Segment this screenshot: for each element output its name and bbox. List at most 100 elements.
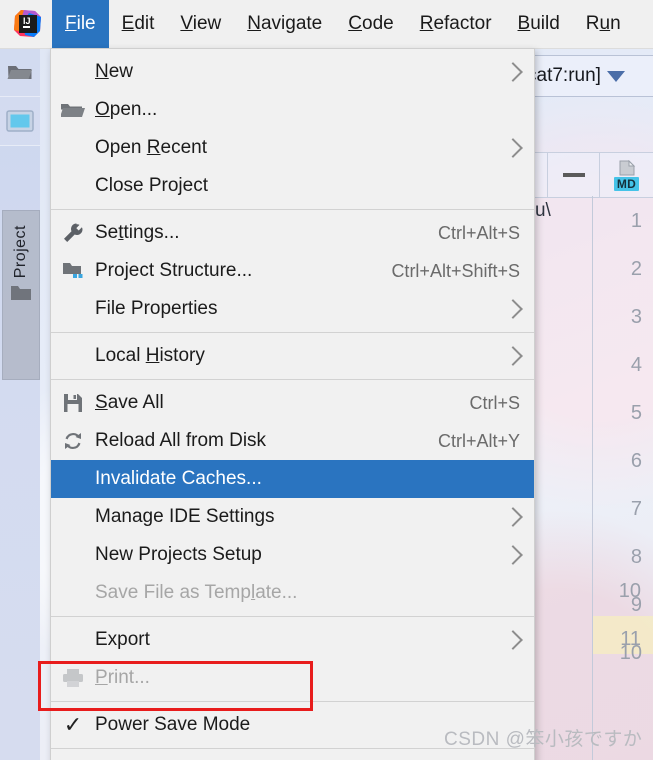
- menu-separator: [51, 701, 534, 702]
- menu-item-local-history[interactable]: Local History: [51, 337, 534, 375]
- line-number: 3: [630, 306, 642, 328]
- file-menu-dropdown[interactable]: New Open... Open Recent Close Project Se…: [50, 48, 535, 760]
- menu-item-label: Manage IDE Settings: [95, 506, 275, 527]
- menu-item-label: File Properties: [95, 298, 218, 319]
- menu-item-manage-ide-settings[interactable]: Manage IDE Settings: [51, 498, 534, 536]
- line-number: 10: [618, 580, 641, 602]
- file-type-badge: MD: [613, 176, 640, 191]
- menu-refactor[interactable]: Refactor: [407, 0, 505, 48]
- menu-item-label: New: [95, 61, 134, 82]
- menu-view[interactable]: View: [167, 0, 234, 48]
- no-icon: [51, 167, 95, 205]
- ide-screenshot: cat7:run] MD ngmu\ 1 2: [0, 0, 653, 760]
- menu-item-project-structure[interactable]: Project Structure... Ctrl+Alt+Shift+S: [51, 252, 534, 290]
- left-tool-strip: Project: [0, 48, 40, 760]
- menu-item-label: Reload All from Disk: [95, 430, 267, 451]
- chevron-right-icon: [503, 299, 523, 319]
- menu-item-label: Export: [95, 629, 150, 650]
- no-icon: [51, 460, 95, 498]
- project-structure-icon: [51, 252, 95, 290]
- checkmark-icon: ✓: [63, 712, 83, 737]
- line-number: 4: [630, 354, 642, 376]
- window-icon[interactable]: [0, 97, 40, 146]
- menu-item-file-properties[interactable]: File Properties: [51, 290, 534, 328]
- menu-item-print: Print...: [51, 659, 534, 697]
- watermark: CSDN @笨小孩ですか: [444, 729, 643, 750]
- menu-edit[interactable]: Edit: [109, 0, 168, 48]
- menu-item-open-recent[interactable]: Open Recent: [51, 129, 534, 167]
- menu-item-new[interactable]: New: [51, 53, 534, 91]
- refresh-icon: [51, 422, 95, 460]
- menu-item-accelerator: Ctrl+Alt+Shift+S: [391, 260, 520, 281]
- chevron-right-icon: [503, 62, 523, 82]
- minus-icon[interactable]: [548, 153, 600, 197]
- menu-item-new-projects-setup[interactable]: New Projects Setup: [51, 536, 534, 574]
- menu-item-exit[interactable]: Exit: [51, 753, 534, 760]
- editor-gutter: 1 2 3 4 5 6 7 8 9 10: [592, 196, 653, 760]
- line-number: 8: [630, 546, 642, 568]
- menu-separator: [51, 332, 534, 333]
- menu-navigate[interactable]: Navigate: [234, 0, 335, 48]
- run-configuration-label: cat7:run]: [527, 65, 601, 86]
- menu-item-label: Settings...: [95, 222, 180, 243]
- folder-icon: [10, 284, 32, 302]
- menu-item-reload-all-from-disk[interactable]: Reload All from Disk Ctrl+Alt+Y: [51, 422, 534, 460]
- wrench-icon: [51, 214, 95, 252]
- menu-item-label: Open...: [95, 99, 158, 120]
- menu-item-label: Local History: [95, 345, 205, 366]
- menu-item-label: Save File as Template...: [95, 582, 298, 603]
- menu-bar: IJ File Edit View Navigate Code Refactor…: [0, 0, 653, 49]
- menu-run[interactable]: Run: [573, 0, 634, 48]
- menu-build[interactable]: Build: [505, 0, 573, 48]
- menu-item-invalidate-caches[interactable]: Invalidate Caches...: [51, 460, 534, 498]
- save-icon: [51, 384, 95, 422]
- sidebar-item-project[interactable]: Project: [2, 210, 40, 380]
- menu-item-save-file-as-template: Save File as Template...: [51, 574, 534, 612]
- chevron-right-icon: [503, 138, 523, 158]
- markdown-file-icon[interactable]: MD: [600, 153, 653, 197]
- menu-item-export[interactable]: Export: [51, 621, 534, 659]
- chevron-right-icon: [503, 630, 523, 650]
- line-number: 11: [620, 628, 641, 650]
- folder-open-icon[interactable]: [0, 48, 40, 97]
- menu-separator: [51, 209, 534, 210]
- menu-separator: [51, 379, 534, 380]
- menu-item-close-project[interactable]: Close Project: [51, 167, 534, 205]
- menu-file[interactable]: File: [52, 0, 109, 48]
- line-number: 1: [630, 210, 642, 232]
- sidebar-item-label: Project: [12, 225, 29, 279]
- line-number: 5: [630, 402, 642, 424]
- no-icon: [51, 53, 95, 91]
- no-icon: [51, 621, 95, 659]
- svg-text:IJ: IJ: [23, 16, 31, 26]
- menu-bar-items: File Edit View Navigate Code Refactor Bu…: [52, 0, 634, 48]
- menu-item-label: New Projects Setup: [95, 544, 262, 565]
- menu-item-label: Save All: [95, 392, 164, 413]
- menu-separator: [51, 616, 534, 617]
- triangle-down-icon[interactable]: [606, 70, 625, 82]
- menu-item-label: Invalidate Caches...: [95, 468, 262, 489]
- intellij-idea-logo-icon: IJ: [14, 10, 42, 38]
- menu-item-settings[interactable]: Settings... Ctrl+Alt+S: [51, 214, 534, 252]
- menu-item-label: Close Project: [95, 175, 208, 196]
- no-icon: [51, 337, 95, 375]
- menu-item-accelerator: Ctrl+Alt+S: [437, 222, 520, 243]
- line-number: 7: [630, 498, 642, 520]
- menu-item-open[interactable]: Open...: [51, 91, 534, 129]
- no-icon: [51, 574, 95, 612]
- chevron-right-icon: [503, 507, 523, 527]
- menu-item-label: Project Structure...: [95, 260, 253, 281]
- no-icon: [51, 753, 95, 760]
- run-configuration-selector[interactable]: cat7:run]: [520, 55, 653, 97]
- menu-item-accelerator: Ctrl+Alt+Y: [437, 430, 520, 451]
- menu-code[interactable]: Code: [335, 0, 406, 48]
- printer-icon: [51, 659, 95, 697]
- line-number: 6: [630, 450, 642, 472]
- no-icon: [51, 129, 95, 167]
- menu-item-accelerator: Ctrl+S: [469, 392, 520, 413]
- folder-open-icon: [51, 91, 95, 129]
- no-icon: [51, 536, 95, 574]
- no-icon: [51, 290, 95, 328]
- menu-item-save-all[interactable]: Save All Ctrl+S: [51, 384, 534, 422]
- chevron-right-icon: [503, 346, 523, 366]
